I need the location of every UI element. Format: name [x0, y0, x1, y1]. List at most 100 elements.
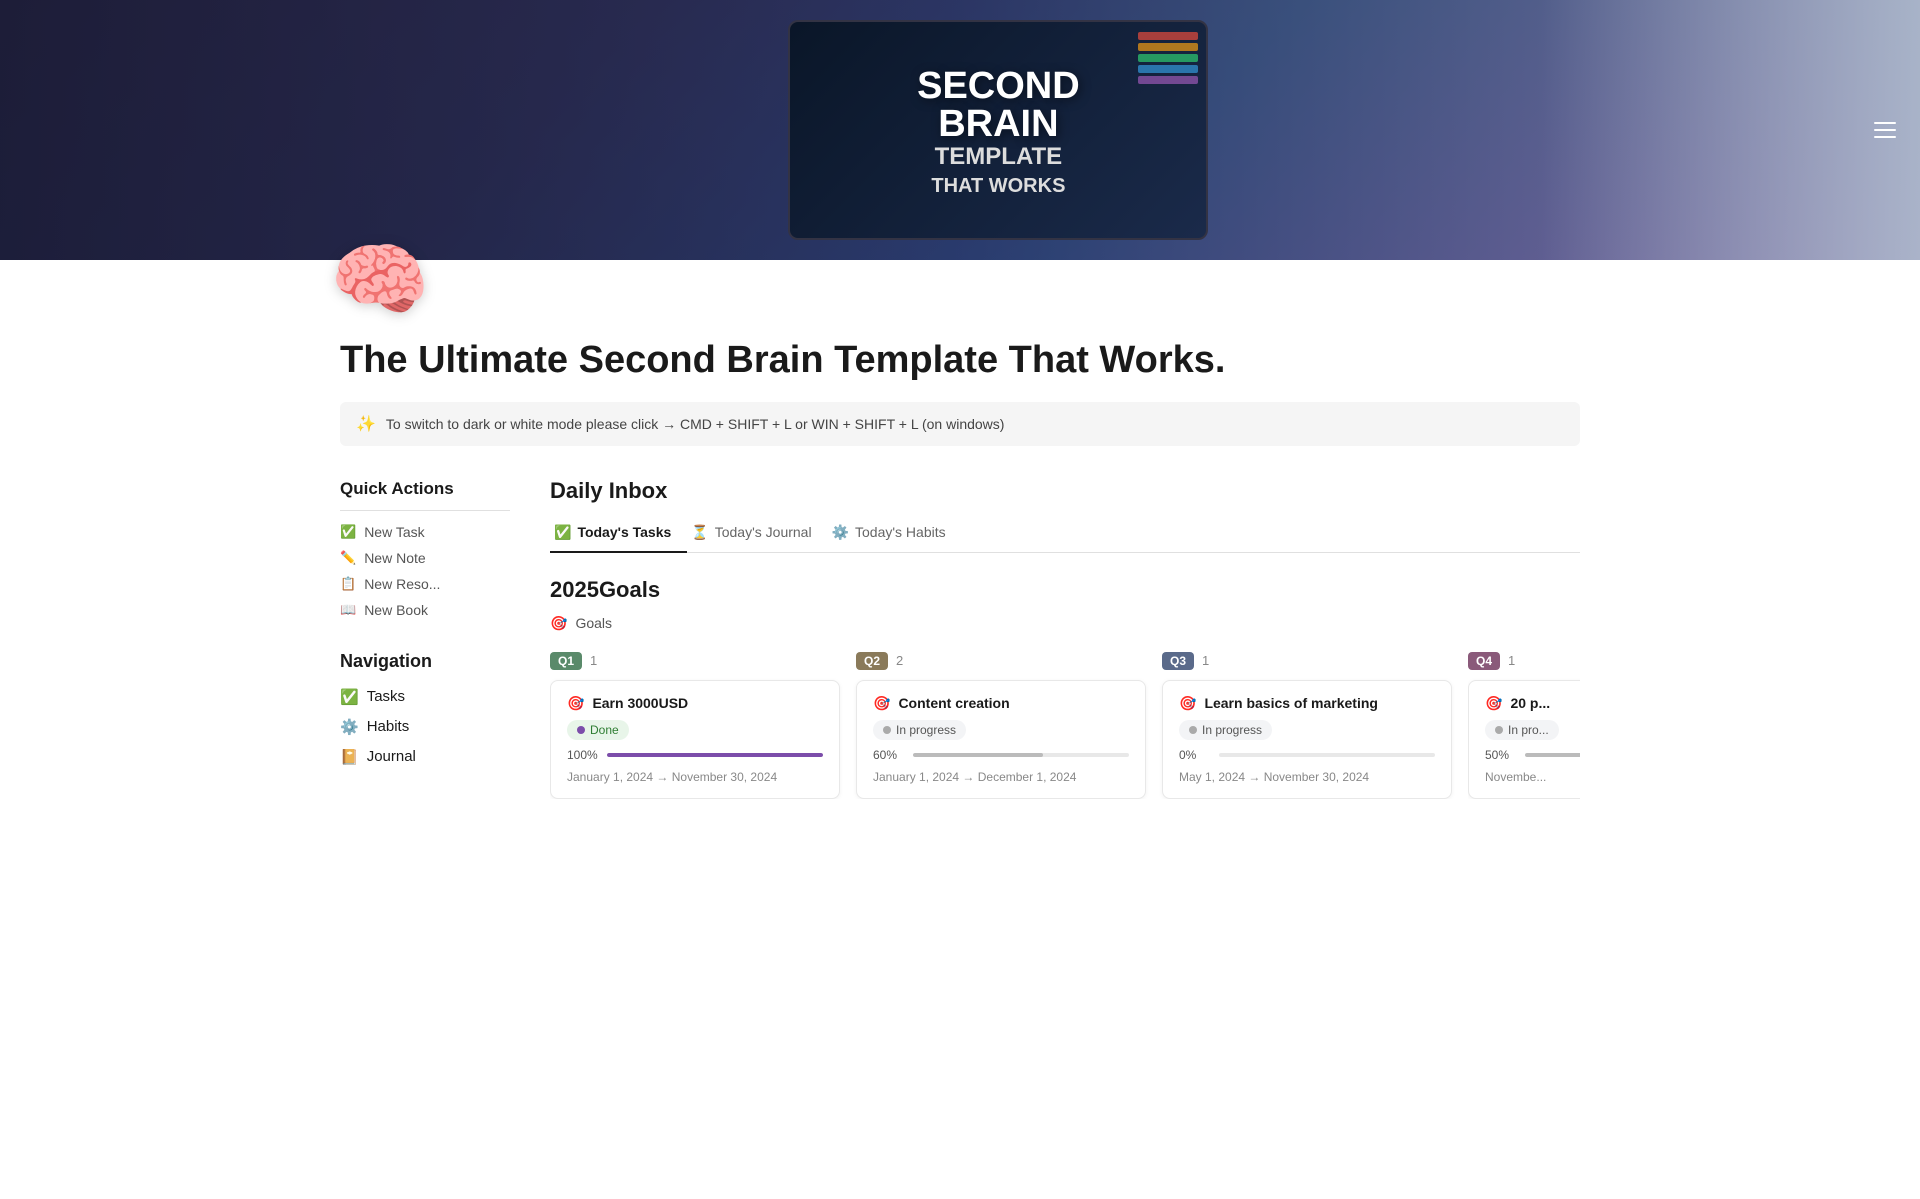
tasks-nav-label: Tasks [367, 688, 405, 705]
kanban-header-q3: Q3 1 [1162, 652, 1452, 670]
q1-status-label: Done [590, 723, 619, 737]
kanban-col-q2: Q2 2 🎯 Content creation In progress [856, 652, 1146, 799]
q1-goal-icon: 🎯 [567, 695, 584, 712]
q2-progress-row: 60% [873, 748, 1129, 762]
tab-journal-label: Today's Journal [715, 524, 812, 540]
nav-item-habits[interactable]: ⚙️ Habits [340, 712, 510, 742]
tab-todays-journal[interactable]: ⏳ Today's Journal [687, 516, 827, 553]
sidebar-divider-1 [340, 510, 510, 511]
sidebar-action-new-note[interactable]: ✏️ New Note [340, 545, 510, 571]
q1-progress-track [607, 753, 823, 757]
kanban-card-q2[interactable]: 🎯 Content creation In progress 60% [856, 680, 1146, 799]
new-note-icon: ✏️ [340, 550, 356, 566]
hero-subtitle: TEMPLATETHAT WORKS [931, 143, 1065, 199]
page-header: 🧠 The Ultimate Second Brain Template Tha… [340, 230, 1580, 402]
q4-badge: Q4 [1468, 652, 1500, 670]
q4-progress-row: 50% [1485, 748, 1580, 762]
main-content: Daily Inbox ✅ Today's Tasks ⏳ Today's Jo… [550, 478, 1580, 799]
navigation-title: Navigation [340, 651, 510, 672]
kanban-card-q1[interactable]: 🎯 Earn 3000USD Done 100% [550, 680, 840, 799]
q3-status-label: In progress [1202, 723, 1262, 737]
q2-goal-row: 🎯 Content creation [873, 695, 1129, 712]
kanban-card-q3[interactable]: 🎯 Learn basics of marketing In progress … [1162, 680, 1452, 799]
q1-badge: Q1 [550, 652, 582, 670]
q4-progress-label: 50% [1485, 748, 1517, 762]
habits-nav-icon: ⚙️ [340, 718, 359, 736]
q1-status-dot [577, 726, 585, 734]
kanban-board: Q1 1 🎯 Earn 3000USD Done [550, 652, 1580, 799]
tasks-nav-icon: ✅ [340, 688, 359, 706]
menu-button[interactable] [1874, 122, 1896, 138]
q3-date: May 1, 2024 → November 30, 2024 [1179, 770, 1435, 784]
q1-status-badge: Done [567, 720, 629, 740]
kanban-header-q2: Q2 2 [856, 652, 1146, 670]
q3-status-dot [1189, 726, 1197, 734]
q2-goal-name: Content creation [898, 695, 1009, 711]
q1-progress-label: 100% [567, 748, 599, 762]
q2-badge: Q2 [856, 652, 888, 670]
journal-nav-label: Journal [367, 748, 416, 765]
kanban-col-q4: Q4 1 🎯 20 p... In pro... [1468, 652, 1580, 799]
brain-icon: 🧠 [330, 230, 430, 330]
q2-count: 2 [896, 653, 903, 668]
kanban-header-q4: Q4 1 [1468, 652, 1580, 670]
kanban-card-q4[interactable]: 🎯 20 p... In pro... 50% [1468, 680, 1580, 799]
nav-item-tasks[interactable]: ✅ Tasks [340, 682, 510, 712]
q4-count: 1 [1508, 653, 1515, 668]
tab-todays-tasks[interactable]: ✅ Today's Tasks [550, 516, 687, 553]
q1-progress-row: 100% [567, 748, 823, 762]
q2-progress-track [913, 753, 1129, 757]
q1-progress-fill [607, 753, 823, 757]
q3-status-badge: In progress [1179, 720, 1272, 740]
hero-title: SECONDBRAIN [917, 67, 1080, 143]
q4-date: Novembe... [1485, 770, 1580, 784]
new-resource-label: New Reso... [364, 576, 440, 592]
hero-figure [1540, 0, 1920, 260]
habits-nav-label: Habits [367, 718, 410, 735]
nav-item-journal[interactable]: 📔 Journal [340, 742, 510, 772]
tab-habits-icon: ⚙️ [832, 524, 849, 541]
q2-progress-label: 60% [873, 748, 905, 762]
callout-icon: ✨ [356, 414, 376, 434]
callout-bar: ✨ To switch to dark or white mode please… [340, 402, 1580, 446]
q2-goal-icon: 🎯 [873, 695, 890, 712]
q2-status-label: In progress [896, 723, 956, 737]
page-main-title: The Ultimate Second Brain Template That … [340, 338, 1580, 384]
q4-progress-fill [1525, 753, 1580, 757]
tab-todays-habits[interactable]: ⚙️ Today's Habits [828, 516, 962, 553]
new-book-label: New Book [364, 602, 428, 618]
tab-journal-icon: ⏳ [691, 524, 708, 541]
goals-link[interactable]: 🎯 Goals [550, 615, 1580, 632]
sidebar: Quick Actions ✅ New Task ✏️ New Note 📋 N… [340, 478, 510, 772]
goals-section-title: 2025Goals [550, 577, 1580, 603]
goals-section: 2025Goals 🎯 Goals Q1 1 [550, 577, 1580, 799]
q4-status-label: In pro... [1508, 723, 1549, 737]
q2-date: January 1, 2024 → December 1, 2024 [873, 770, 1129, 784]
q3-goal-icon: 🎯 [1179, 695, 1196, 712]
daily-inbox-title: Daily Inbox [550, 478, 1580, 504]
callout-text: To switch to dark or white mode please c… [386, 416, 1005, 432]
q2-progress-fill [913, 753, 1043, 757]
sidebar-action-new-task[interactable]: ✅ New Task [340, 519, 510, 545]
q1-date: January 1, 2024 → November 30, 2024 [567, 770, 823, 784]
kanban-header-q1: Q1 1 [550, 652, 840, 670]
sidebar-action-new-book[interactable]: 📖 New Book [340, 597, 510, 623]
q1-count: 1 [590, 653, 597, 668]
tab-tasks-label: Today's Tasks [577, 524, 671, 540]
q4-goal-name: 20 p... [1510, 695, 1550, 711]
tab-tasks-icon: ✅ [554, 524, 571, 541]
q4-progress-track [1525, 753, 1580, 757]
quick-actions-title: Quick Actions [340, 478, 510, 500]
q1-goal-row: 🎯 Earn 3000USD [567, 695, 823, 712]
q4-goal-row: 🎯 20 p... [1485, 695, 1580, 712]
goals-link-label: Goals [575, 615, 612, 631]
q2-status-dot [883, 726, 891, 734]
kanban-col-q1: Q1 1 🎯 Earn 3000USD Done [550, 652, 840, 799]
q3-goal-row: 🎯 Learn basics of marketing [1179, 695, 1435, 712]
sidebar-action-new-resource[interactable]: 📋 New Reso... [340, 571, 510, 597]
new-task-label: New Task [364, 524, 424, 540]
q3-progress-label: 0% [1179, 748, 1211, 762]
goals-link-icon: 🎯 [550, 615, 567, 632]
new-resource-icon: 📋 [340, 576, 356, 592]
hero-banner: SECONDBRAIN TEMPLATETHAT WORKS [0, 0, 1920, 260]
